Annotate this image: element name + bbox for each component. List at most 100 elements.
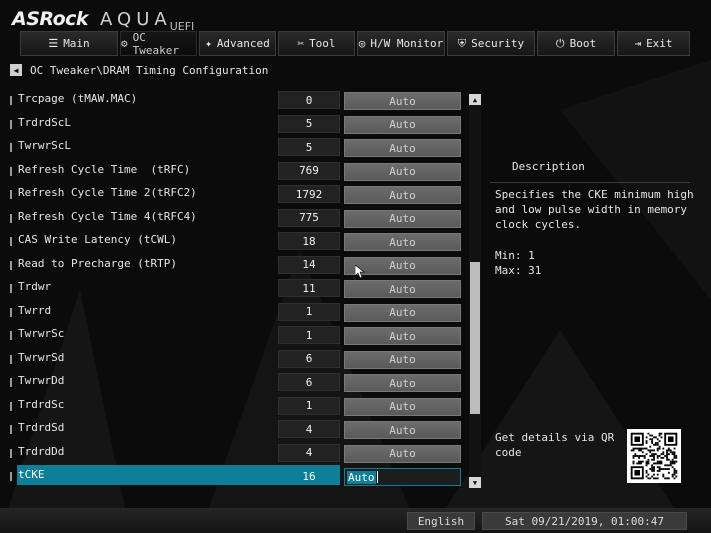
setting-mode-button[interactable]: Auto <box>344 350 461 369</box>
description-max: Max: 31 <box>495 264 542 277</box>
tools-icon: ✂ <box>297 37 305 50</box>
row-marker <box>10 378 12 387</box>
setting-mode-button[interactable]: Auto <box>344 327 461 345</box>
row-marker <box>10 213 12 223</box>
tab-exit[interactable]: ⇥ Exit <box>617 31 690 56</box>
row-marker <box>10 472 12 481</box>
setting-label: Read to Precharge (tRTP) <box>18 256 177 270</box>
setting-mode-button[interactable]: Auto <box>344 421 461 439</box>
setting-label: Trdwr <box>18 280 52 293</box>
setting-row[interactable]: Refresh Cycle Time (tRFC) 769 Auto <box>10 160 462 184</box>
row-marker <box>10 307 12 317</box>
power-icon: ⏻ <box>555 36 565 50</box>
row-marker <box>10 96 12 105</box>
setting-current-value: 16 <box>302 469 316 483</box>
tab-label: Advanced <box>216 37 270 50</box>
breadcrumb-path: OC Tweaker\DRAM Timing Configuration <box>30 63 269 77</box>
row-marker <box>10 425 12 434</box>
tab-hw-monitor[interactable]: ◎ H/W Monitor <box>357 31 445 56</box>
date-time-display: Sat 09/21/2019, 01:00:47 <box>482 512 687 530</box>
setting-row[interactable]: tCKE 16 Auto <box>10 465 462 489</box>
setting-mode-button[interactable]: Auto <box>344 303 461 322</box>
setting-label: Refresh Cycle Time 2(tRFC2) <box>18 186 197 199</box>
setting-current-value: 0 <box>278 91 340 109</box>
description-range: Min: 1 Max: 31 <box>495 248 541 278</box>
setting-current-value: 6 <box>278 349 340 368</box>
tab-advanced[interactable]: ✦ Advanced <box>199 31 276 56</box>
brand-logo: ASRock AQUA UEFI <box>12 6 194 33</box>
setting-row[interactable]: TwrwrDd 6 Auto <box>10 371 462 395</box>
setting-row[interactable]: TrdrdScL 5 Auto <box>10 113 462 137</box>
star-icon: ✦ <box>205 37 212 50</box>
shield-icon: ⛨ <box>457 36 467 50</box>
setting-row[interactable]: Refresh Cycle Time 4(tRFC4) 775 Auto <box>10 207 462 231</box>
tab-security[interactable]: ⛨ Security <box>447 31 535 56</box>
tab-label: Main <box>63 37 90 50</box>
setting-current-value: 5 <box>278 138 340 156</box>
setting-label: TrdrdScL <box>18 115 71 129</box>
setting-mode-button[interactable]: Auto <box>344 186 461 204</box>
setting-row[interactable]: TrdrdSd 4 Auto <box>10 418 462 442</box>
setting-current-value: 1792 <box>278 185 340 203</box>
qr-caption: Get details via QR code <box>495 431 615 459</box>
exit-icon: ⇥ <box>634 37 642 50</box>
setting-row[interactable]: Trdwr 11 Auto <box>10 277 462 301</box>
setting-current-value: 5 <box>278 114 340 133</box>
setting-label: tCKE <box>18 468 45 481</box>
setting-label: TrdrdSd <box>18 421 65 434</box>
row-marker <box>10 143 12 152</box>
setting-mode-button[interactable]: Auto <box>344 468 461 486</box>
setting-label: TwrwrScL <box>18 139 71 152</box>
setting-row[interactable]: TrdrdDd 4 Auto <box>10 442 462 466</box>
tab-label: Security <box>471 37 525 50</box>
row-marker <box>10 354 12 364</box>
setting-row[interactable]: Twrrd 1 Auto <box>10 301 462 325</box>
asrock-logo: ASRock <box>12 8 89 30</box>
setting-row[interactable]: TwrwrSd 6 Auto <box>10 348 462 372</box>
setting-label: TwrwrSd <box>18 350 65 364</box>
setting-label: Refresh Cycle Time (tRFC) <box>18 162 191 176</box>
tab-tool[interactable]: ✂ Tool <box>278 31 355 56</box>
setting-label: TwrwrSc <box>18 327 65 340</box>
scroll-up-arrow-icon[interactable]: ▲ <box>469 94 481 105</box>
setting-mode-button[interactable]: Auto <box>344 139 461 157</box>
tab-boot[interactable]: ⏻ Boot <box>537 31 615 56</box>
setting-row[interactable]: TwrwrScL 5 Auto <box>10 136 462 160</box>
setting-mode-button[interactable]: Auto <box>344 209 461 228</box>
setting-row[interactable]: CAS Write Latency (tCWL) 18 Auto <box>10 230 462 254</box>
row-marker <box>10 166 12 176</box>
setting-mode-button[interactable]: Auto <box>344 444 461 463</box>
setting-mode-button[interactable]: Auto <box>344 115 461 134</box>
setting-current-value: 769 <box>278 161 340 180</box>
setting-row[interactable]: TrdrdSc 1 Auto <box>10 395 462 419</box>
scrollbar[interactable]: ▲ ▼ <box>469 94 481 488</box>
setting-current-value: 1 <box>278 326 340 344</box>
setting-row[interactable]: Refresh Cycle Time 2(tRFC2) 1792 Auto <box>10 183 462 207</box>
language-button[interactable]: English <box>407 512 475 530</box>
setting-current-value: 11 <box>278 279 340 297</box>
setting-current-value: 1 <box>278 302 340 321</box>
row-marker <box>10 260 12 270</box>
tab-oc-tweaker[interactable]: ⚙ OC Tweaker <box>120 31 197 57</box>
tab-main[interactable]: ☰ Main <box>20 31 118 56</box>
mouse-pointer-icon <box>355 265 365 279</box>
back-arrow-icon[interactable]: ◀ <box>10 64 22 76</box>
setting-row[interactable]: Trcpage (tMAW.MAC) 0 Auto <box>10 89 462 113</box>
setting-mode-button[interactable]: Auto <box>344 280 461 298</box>
setting-current-value: 4 <box>278 420 340 438</box>
setting-row[interactable]: Read to Precharge (tRTP) 14 Auto <box>10 254 462 278</box>
tab-label: H/W Monitor <box>370 37 444 50</box>
setting-mode-button[interactable]: Auto <box>344 374 461 392</box>
setting-mode-button[interactable]: Auto <box>344 92 461 110</box>
setting-mode-button[interactable]: Auto <box>344 233 461 251</box>
setting-mode-button[interactable]: Auto <box>344 397 461 416</box>
tab-label: Exit <box>646 37 673 50</box>
setting-row[interactable]: TwrwrSc 1 Auto <box>10 324 462 348</box>
scrollbar-thumb[interactable] <box>470 262 480 414</box>
setting-current-value: 6 <box>278 373 340 391</box>
breadcrumb: ◀ OC Tweaker\DRAM Timing Configuration <box>10 62 268 78</box>
setting-label: TwrwrDd <box>18 374 65 387</box>
row-marker <box>10 448 12 458</box>
scroll-down-arrow-icon[interactable]: ▼ <box>469 477 481 488</box>
setting-mode-button[interactable]: Auto <box>344 162 461 181</box>
